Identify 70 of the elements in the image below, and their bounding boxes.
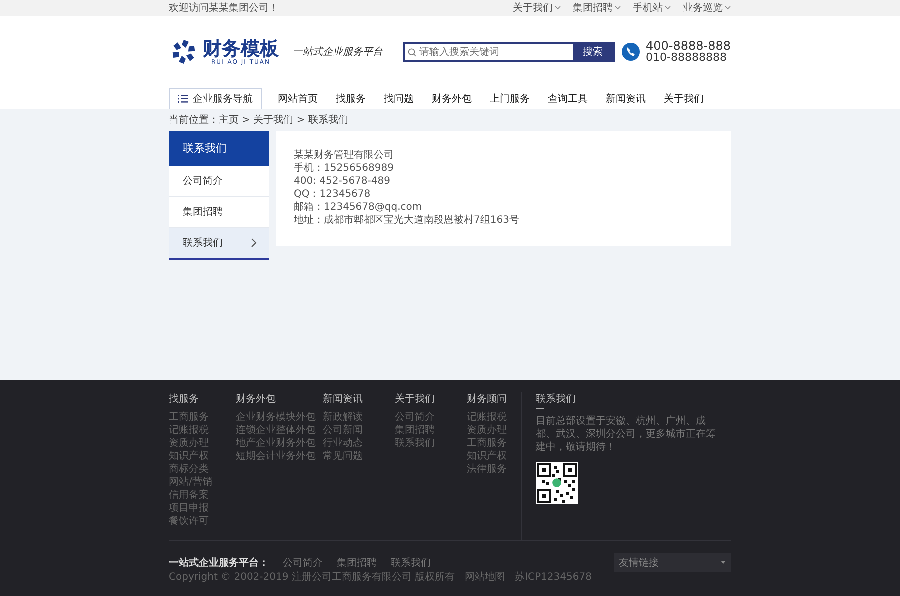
footer-link[interactable]: 公司简介 <box>395 411 467 424</box>
phone-number: 010-88888888 <box>646 52 728 64</box>
footer-link[interactable]: 资质办理 <box>169 437 236 450</box>
footer-link[interactable]: 商标分类 <box>169 463 236 476</box>
footer-link[interactable]: 常见问题 <box>323 450 395 463</box>
footer-link[interactable]: 记账报税 <box>169 424 236 437</box>
nav-link[interactable]: 找服务 <box>334 88 368 109</box>
contact-line: QQ：12345678 <box>294 190 372 200</box>
sidebar-item[interactable]: 联系我们 <box>169 228 269 260</box>
footer-link[interactable]: 新政解读 <box>323 411 395 424</box>
friend-links-dropdown[interactable]: 友情链接 <box>614 553 731 572</box>
footer-bottom-link[interactable]: 集团招聘 <box>337 556 377 570</box>
sidebar-item[interactable]: 集团招聘 <box>169 197 269 228</box>
nav-link[interactable]: 上门服务 <box>488 88 532 109</box>
footer-link[interactable]: 地产企业财务外包 <box>236 437 323 450</box>
footer-link[interactable]: 信用备案 <box>169 489 236 502</box>
top-bar-link[interactable]: 手机站 <box>633 1 671 15</box>
footer-link[interactable]: 网站/营销 <box>169 476 236 489</box>
footer-link[interactable]: 行业动态 <box>323 437 395 450</box>
footer-contact-title: 联系我们 <box>536 392 577 406</box>
footer-bottom-link[interactable]: 联系我们 <box>391 556 431 570</box>
breadcrumb: 当前位置：主页 > 关于我们 > 联系我们 <box>169 114 348 127</box>
platform-label: 一站式企业服务平台： <box>169 556 269 570</box>
footer-link[interactable]: 工商服务 <box>467 437 517 450</box>
nav-link[interactable]: 新闻资讯 <box>604 88 648 109</box>
contact-line: 400: 452-5678-489 <box>294 177 392 187</box>
footer-column-title: 财务外包 <box>236 392 277 406</box>
footer-link[interactable]: 知识产权 <box>467 450 517 463</box>
footer-link[interactable]: 餐饮许可 <box>169 515 236 528</box>
footer-bottom-link[interactable]: 苏ICP12345678 <box>515 570 592 584</box>
nav-link[interactable]: 关于我们 <box>662 88 706 109</box>
footer-contact-text: 目前总部设置于安徽、杭州、广州、成都、武汉、深圳分公司，更多城市正在筹建中，敬请期待！ <box>536 415 716 454</box>
category-nav-button[interactable]: 企业服务导航 <box>169 88 262 109</box>
footer-link[interactable]: 工商服务 <box>169 411 236 424</box>
sidebar-item[interactable]: 公司简介 <box>169 166 269 197</box>
welcome-text: 欢迎访问某某集团公司！ <box>169 2 279 15</box>
contact-line: 地址：成都市郫都区宝光大道南段恩被村7组163号 <box>294 216 520 226</box>
nav-link[interactable]: 找问题 <box>382 88 416 109</box>
footer-bottom-link[interactable]: 公司简介 <box>283 556 323 570</box>
phone-number: 400-8888-888 <box>646 40 731 52</box>
footer-link[interactable]: 连锁企业整体外包 <box>236 424 323 437</box>
nav-link[interactable]: 财务外包 <box>430 88 474 109</box>
contact-line: 邮箱：12345678@qq.com <box>294 203 424 213</box>
contact-line: 某某财务管理有限公司 <box>294 151 395 161</box>
footer-column-title: 找服务 <box>169 392 200 406</box>
logo-title: 财务模板 <box>203 38 279 58</box>
footer-link[interactable]: 公司新闻 <box>323 424 395 437</box>
footer-link[interactable]: 知识产权 <box>169 450 236 463</box>
copyright-text: Copyright © 2002-2019 注册公司工商服务有限公司 版权所有 <box>169 570 456 584</box>
footer-link[interactable]: 短期会计业务外包 <box>236 450 323 463</box>
footer-link[interactable]: 联系我们 <box>395 437 467 450</box>
footer-link[interactable]: 法律服务 <box>467 463 517 476</box>
footer-column-title: 关于我们 <box>395 392 436 406</box>
contact-line: 手机：15256568989 <box>294 164 395 174</box>
slogan-text: 一站式企业服务平台 <box>293 46 383 59</box>
footer-bottom-link[interactable]: 网站地图 <box>465 570 506 584</box>
footer-link[interactable]: 企业财务模块外包 <box>236 411 323 424</box>
footer-column-title: 财务顾问 <box>467 392 508 406</box>
top-bar-link[interactable]: 业务巡览 <box>683 1 731 15</box>
nav-link[interactable]: 网站首页 <box>276 88 320 109</box>
footer-link[interactable]: 项目申报 <box>169 502 236 515</box>
search-button[interactable]: 搜索 <box>573 44 613 60</box>
footer-link[interactable]: 集团招聘 <box>395 424 467 437</box>
top-bar-link[interactable]: 关于我们 <box>513 1 561 15</box>
footer-link[interactable]: 记账报税 <box>467 411 517 424</box>
nav-link[interactable]: 查询工具 <box>546 88 590 109</box>
footer-link[interactable]: 资质办理 <box>467 424 517 437</box>
sidebar-title: 联系我们 <box>169 131 269 166</box>
top-bar-link[interactable]: 集团招聘 <box>573 1 621 15</box>
footer-column-title: 新闻资讯 <box>323 392 364 406</box>
